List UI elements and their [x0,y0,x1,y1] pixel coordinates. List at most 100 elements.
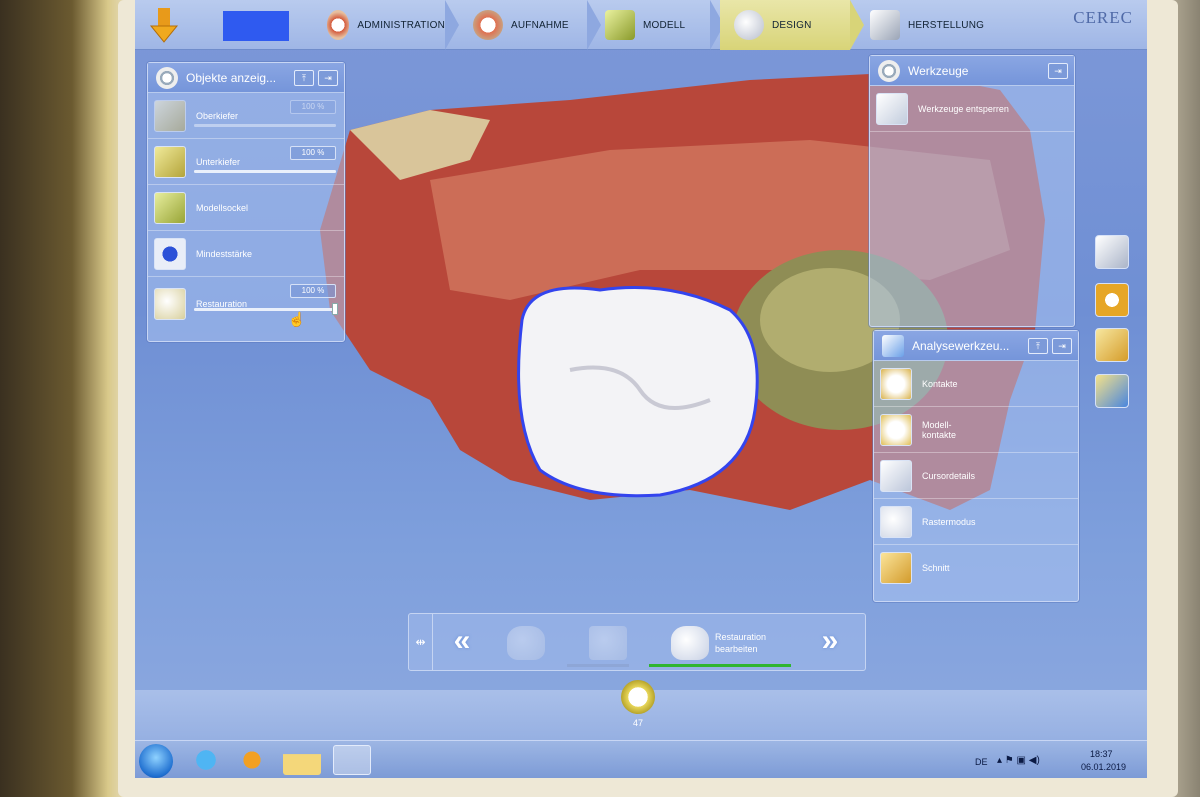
chevron-divider [850,0,864,50]
opacity-value[interactable]: 100 % [290,284,336,298]
model-contacts-icon [880,413,912,446]
media-player-icon[interactable] [233,745,271,775]
pin-button[interactable]: ⤒ [294,70,314,86]
phase-administration[interactable]: ADMINISTRATION [327,0,445,50]
row-label: Modellsockel [196,202,249,213]
object-row-unterkiefer[interactable]: Unterkiefer 100 % [148,139,344,185]
min-thickness-icon [154,237,186,270]
patient-name-field[interactable] [223,11,289,41]
analysis-item-modellkontakte[interactable]: Modell- kontakte [874,407,1078,453]
row-label: Unterkiefer [196,156,241,167]
phase-modell[interactable]: MODELL [605,0,715,50]
analysis-icon [882,334,904,357]
analysis-panel-header: Analysewerkzeu... ⤒ ⇥ [874,331,1078,361]
teeth-arch-icon [327,10,350,40]
brand-logo: CEREC [1073,8,1133,27]
tools-panel-header: Werkzeuge ⇥ [870,56,1074,86]
grid-mode-icon [880,505,912,538]
phase-design[interactable]: DESIGN [720,0,850,50]
previous-step-button[interactable]: « [441,626,483,660]
contacts-icon [880,367,912,400]
tray-icons[interactable]: ▴ ⚑ ▣ ◀) [997,755,1040,766]
object-row-restauration[interactable]: Restauration 100 % ☝ [148,277,344,331]
objects-panel-header: Objekte anzeig... ⤒ ⇥ [148,63,344,93]
milling-machine-icon [870,10,900,40]
step-navigator: ⇹ « Restauration bearbeiten » [408,613,866,671]
item-label: Schnitt [922,563,950,573]
phase-label: AUFNAHME [511,19,569,31]
cerec-taskbar-icon[interactable] [333,745,371,775]
collapse-button[interactable]: ⇥ [1048,63,1068,79]
collapse-button[interactable]: ⇥ [318,70,338,86]
pin-button[interactable]: ⤒ [1028,338,1048,354]
phase-herstellung[interactable]: HERSTELLUNG [870,0,990,50]
analysis-chart-icon[interactable] [1095,374,1129,408]
next-step-button[interactable]: » [809,626,851,660]
opacity-value[interactable]: 100 % [290,100,336,114]
opacity-slider[interactable] [194,303,338,315]
section-cut-icon [880,552,912,584]
object-row-mindeststaerke[interactable]: Mindeststärke [148,231,344,277]
tools-ring-icon[interactable] [1095,283,1129,317]
row-label: Mindeststärke [196,248,253,259]
chevron-divider [587,0,601,50]
cursor-details-icon [880,459,912,492]
restoration-tooth [517,286,759,498]
analysis-panel: Analysewerkzeu... ⤒ ⇥ Kontakte Modell- k… [873,330,1079,602]
scan-teeth-icon [473,10,503,40]
opacity-slider[interactable] [194,170,336,173]
taskbar: DE ▴ ⚑ ▣ ◀) 18:37 06.01.2019 [135,740,1147,778]
analysis-item-cursordetails[interactable]: Cursordetails [874,453,1078,499]
lower-jaw-icon [154,145,186,178]
clock-date[interactable]: 06.01.2019 [1081,762,1126,772]
cerec-screen: ADMINISTRATION AUFNAHME MODELL DESIGN HE… [135,0,1147,778]
opacity-slider[interactable] [194,124,336,127]
hand-cursor-icon: ☝ [288,311,306,327]
collapse-arrows-icon[interactable]: ⇹ [409,614,433,670]
analysis-item-kontakte[interactable]: Kontakte [874,361,1078,407]
model-base-icon [605,10,635,40]
down-arrow-icon[interactable] [149,6,179,44]
folder-icon[interactable] [283,745,321,775]
step-positioning[interactable] [589,618,627,668]
panel-title: Werkzeuge [908,63,969,78]
phase-label: ADMINISTRATION [357,19,445,31]
step-label: Restauration bearbeiten [715,632,767,654]
start-button[interactable] [139,744,173,778]
analysis-item-rastermodus[interactable]: Rastermodus [874,499,1078,545]
item-label: Werkzeuge entsperren [918,103,1009,114]
object-row-oberkiefer[interactable]: Oberkiefer 100 % [148,93,344,139]
step-progress-gray [567,664,629,667]
measure-tool-icon[interactable] [1095,328,1129,362]
cube-view-icon[interactable] [1095,235,1129,269]
phase-bar: ADMINISTRATION AUFNAHME MODELL DESIGN HE… [135,0,1147,50]
internet-explorer-icon[interactable] [187,745,225,775]
step-crown-model[interactable] [507,618,545,668]
language-indicator[interactable]: DE [975,757,988,767]
collapse-button[interactable]: ⇥ [1052,338,1072,354]
item-label: Cursordetails [922,470,976,481]
slider-knob[interactable] [332,303,338,315]
item-label: Modell- kontakte [922,419,957,440]
tools-panel: Werkzeuge ⇥ Werkzeuge entsperren [869,55,1075,327]
item-label: Rastermodus [922,516,976,527]
tooth-selector[interactable] [621,680,655,714]
model-base-icon [154,191,186,224]
object-row-modellsockel[interactable]: Modellsockel [148,185,344,231]
panel-title: Analysewerkzeu... [912,338,1010,353]
lock-icon [876,92,908,125]
phase-label: HERSTELLUNG [908,19,985,31]
phase-aufnahme[interactable]: AUFNAHME [473,0,591,50]
crown-icon [154,288,186,320]
tooth-number: 47 [632,718,643,728]
opacity-value[interactable]: 100 % [290,146,336,160]
objects-panel: Objekte anzeig... ⤒ ⇥ Oberkiefer 100 % U… [147,62,345,342]
clock-time[interactable]: 18:37 [1090,749,1113,759]
step-progress-green [649,664,791,667]
unlock-tools-item[interactable]: Werkzeuge entsperren [870,86,1074,132]
view-objects-icon [156,66,178,89]
crown-icon [507,626,545,660]
analysis-item-schnitt[interactable]: Schnitt [874,545,1078,591]
crown-icon [734,10,764,40]
step-edit-restoration[interactable]: Restauration bearbeiten [671,618,766,668]
